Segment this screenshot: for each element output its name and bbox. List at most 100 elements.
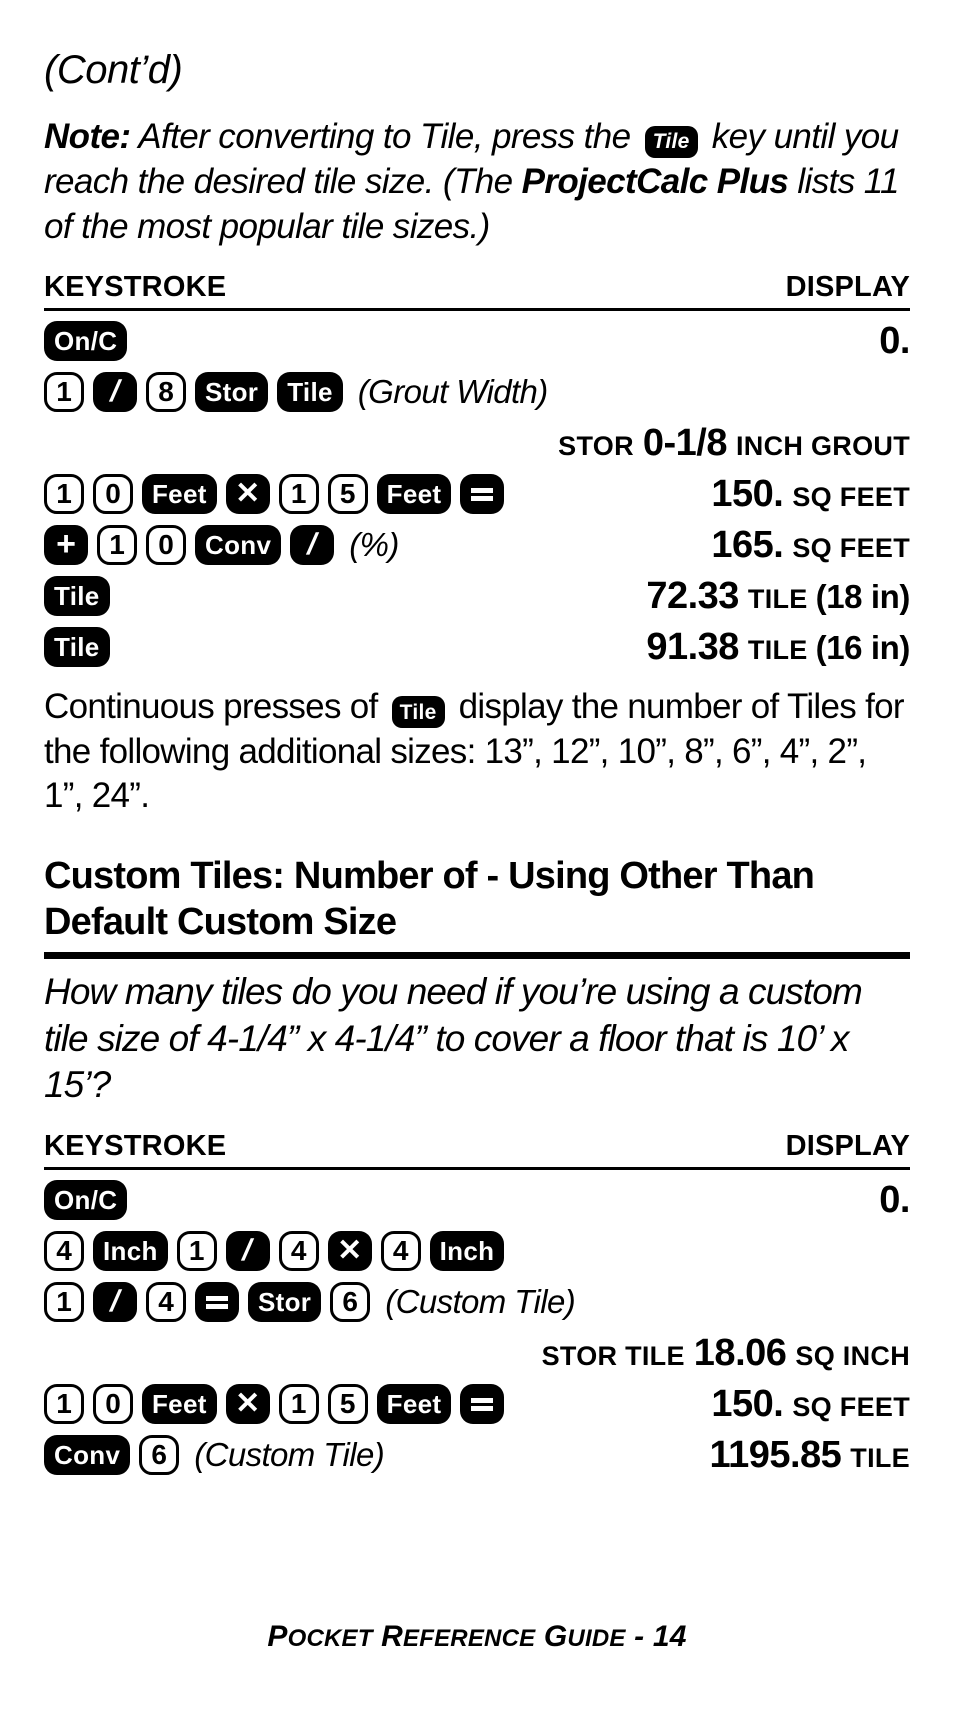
key-divide[interactable]: / [225, 1231, 270, 1272]
key-digit-1[interactable]: 1 [278, 474, 319, 515]
key-feet[interactable]: Feet [376, 1384, 452, 1425]
key-digit-1[interactable]: 1 [44, 372, 84, 413]
key-inch[interactable]: Inch [93, 1231, 168, 1272]
keystroke-row: 1/4 Stor 6 (Custom Tile) [44, 1278, 910, 1326]
key-conv[interactable]: Conv [195, 525, 282, 566]
continuous-presses-paragraph: Continuous presses of Tile display the n… [44, 685, 910, 818]
keystroke-row: STOR TILE 18.06 SQ INCH [44, 1329, 910, 1377]
key-multiply[interactable]: ✕ [225, 474, 270, 515]
display-number: 18.06 [693, 1331, 787, 1374]
key-tile[interactable]: Tile [277, 372, 343, 413]
key-on-c[interactable]: On/C [44, 1180, 128, 1221]
product-name: ProjectCalc Plus [521, 161, 789, 201]
keystroke-row: 4 Inch 1/4 ✕ 4 Inch [44, 1227, 910, 1275]
key-digit-1[interactable]: 1 [44, 474, 84, 515]
display-unit-label: SQ INCH [795, 1340, 910, 1371]
key-digit-8[interactable]: 8 [146, 372, 186, 413]
keystroke-sequence: Conv 6 (Custom Tile) [44, 1435, 385, 1476]
reference-guide-page: (Cont’d) Note: After converting to Tile,… [0, 0, 954, 1712]
display-unit-label: TILE [850, 1442, 910, 1473]
key-feet[interactable]: Feet [376, 474, 452, 515]
key-feet[interactable]: Feet [142, 1384, 217, 1425]
key-tile[interactable]: Tile [44, 576, 110, 617]
section-title-rule [44, 952, 910, 960]
footer-g: G [543, 1620, 568, 1653]
key-equals[interactable] [460, 1384, 505, 1425]
key-equals[interactable] [460, 474, 505, 515]
display-number: 0. [879, 1178, 910, 1221]
keystroke-sequence: 1/4 Stor 6 (Custom Tile) [44, 1282, 576, 1323]
display-column-header: DISPLAY [785, 271, 910, 304]
keystroke-sequence: Tile [44, 627, 119, 668]
display-number: 0. [879, 319, 910, 362]
keystroke-row: 1 0 Feet ✕ 1 5 Feet 150. SQ FEET [44, 1380, 910, 1428]
key-inch[interactable]: Inch [429, 1231, 505, 1272]
display-value: 91.38 TILE (16 in) [646, 626, 910, 669]
keystroke-annotation: (Custom Tile) [194, 1436, 385, 1474]
key-digit-4[interactable]: 4 [380, 1231, 421, 1272]
key-multiply[interactable]: ✕ [327, 1231, 372, 1272]
display-number: 1195.85 [709, 1433, 842, 1476]
key-digit-0[interactable]: 0 [93, 474, 133, 515]
key-tile[interactable]: Tile [44, 627, 110, 668]
keystroke-row: 1 0 Feet ✕ 1 5 Feet 150. SQ FEET [44, 470, 910, 518]
key-feet[interactable]: Feet [142, 474, 217, 515]
table1-rule [44, 308, 910, 312]
tile-key-icon: Tile [391, 696, 445, 729]
key-divide[interactable]: / [93, 1282, 137, 1323]
key-digit-1[interactable]: 1 [176, 1231, 217, 1272]
display-value: STOR TILE 18.06 SQ INCH [542, 1332, 910, 1375]
display-number: 150. [711, 1382, 784, 1425]
display-column-header: DISPLAY [785, 1130, 910, 1163]
keystroke-row: On/C 0. [44, 317, 910, 365]
note-bold-prefix: Note: [44, 117, 131, 156]
key-conv[interactable]: Conv [44, 1435, 131, 1476]
key-digit-4[interactable]: 4 [278, 1231, 319, 1272]
display-prefix-label: STOR TILE [541, 1340, 685, 1371]
key-digit-1[interactable]: 1 [44, 1384, 84, 1425]
key-divide[interactable]: / [93, 372, 137, 413]
display-unit-label: TILE [747, 634, 808, 665]
display-unit-label: SQ FEET [792, 481, 910, 512]
key-plus[interactable]: + [44, 525, 88, 566]
key-digit-4[interactable]: 4 [146, 1282, 186, 1323]
display-number: 165. [711, 523, 784, 566]
table1-rows: On/C 0. 1/8 Stor Tile (Grout Width) STOR 0-1/8 I… [44, 317, 910, 671]
key-stor[interactable]: Stor [248, 1282, 322, 1323]
table1-header: KEYSTROKE DISPLAY [44, 271, 910, 304]
table2-rows: On/C 0. 4 Inch 1/4 ✕ 4 Inch 1/4 Stor 6 (Custom Tile… [44, 1176, 910, 1479]
key-digit-5[interactable]: 5 [327, 474, 368, 515]
key-digit-0[interactable]: 0 [146, 525, 186, 566]
key-digit-6[interactable]: 6 [139, 1435, 180, 1476]
key-on-c[interactable]: On/C [44, 321, 128, 362]
key-divide[interactable]: / [290, 525, 335, 566]
keystroke-row: Tile 91.38 TILE (16 in) [44, 623, 910, 671]
key-digit-5[interactable]: 5 [327, 1384, 368, 1425]
keystroke-sequence: On/C [44, 1180, 136, 1221]
footer-eference: EFERENCE [403, 1625, 536, 1652]
key-stor[interactable]: Stor [195, 372, 269, 413]
continuous-text-1: Continuous presses of [44, 687, 387, 727]
footer-ocket: OCKET [287, 1625, 373, 1652]
key-multiply[interactable]: ✕ [225, 1384, 270, 1425]
keystroke-row: On/C 0. [44, 1176, 910, 1224]
key-digit-6[interactable]: 6 [330, 1282, 371, 1323]
note-text-1: After converting to Tile, press the [130, 117, 640, 156]
footer-uide: UIDE [567, 1625, 626, 1652]
key-digit-1[interactable]: 1 [278, 1384, 319, 1425]
display-value: 0. [879, 320, 910, 363]
key-digit-1[interactable]: 1 [44, 1282, 84, 1323]
keystroke-sequence: +1 0 Conv / (%) [44, 525, 399, 566]
key-digit-0[interactable]: 0 [93, 1384, 133, 1425]
key-digit-1[interactable]: 1 [97, 525, 137, 566]
key-equals[interactable] [195, 1282, 239, 1323]
table2-header: KEYSTROKE DISPLAY [44, 1130, 910, 1163]
keystroke-sequence: 1 0 Feet ✕ 1 5 Feet [44, 474, 513, 515]
display-size-note: (18 in) [815, 577, 911, 615]
key-digit-4[interactable]: 4 [44, 1231, 84, 1272]
table2-rule [44, 1167, 910, 1171]
keystroke-sequence: Tile [44, 576, 119, 617]
continued-heading: (Cont’d) [44, 48, 183, 92]
keystroke-row: 1/8 Stor Tile (Grout Width) [44, 368, 910, 416]
keystroke-row: Tile 72.33 TILE (18 in) [44, 572, 910, 620]
